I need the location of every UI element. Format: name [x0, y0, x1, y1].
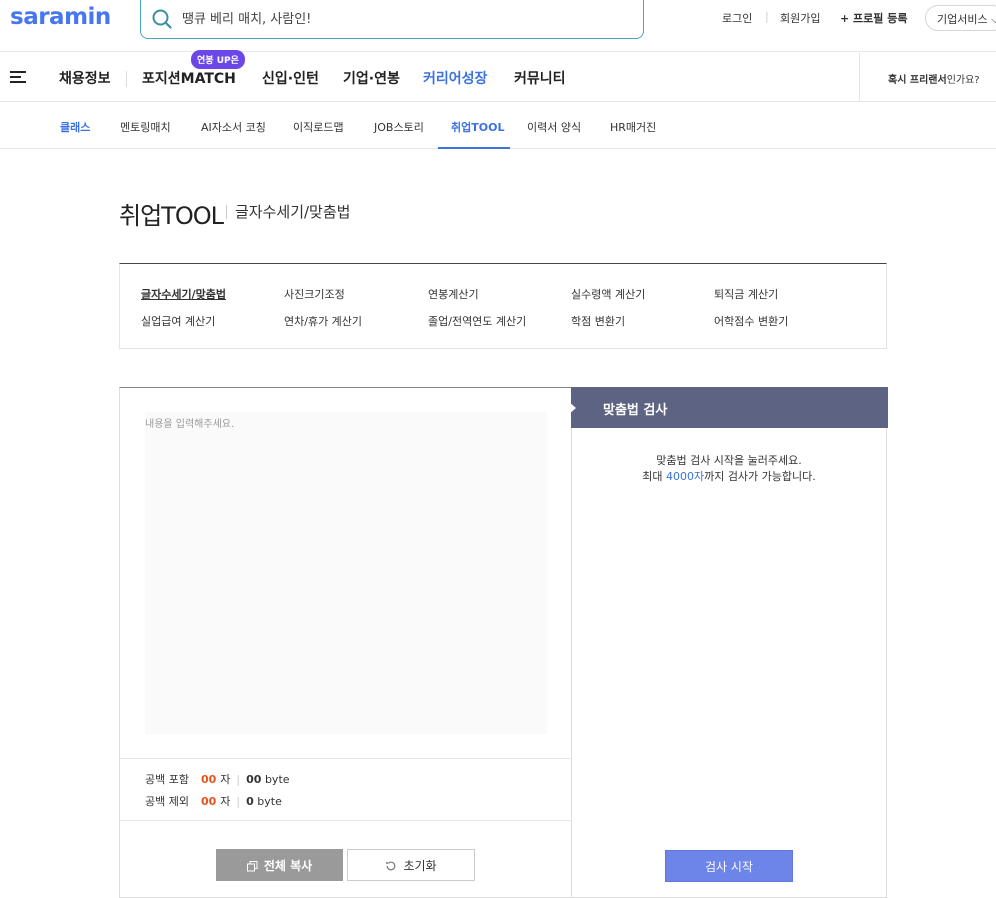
nav-item-career-growth[interactable]: 커리어성장	[423, 68, 487, 88]
tool-link-graduation-year-calc[interactable]: 졸업/전역연도 계산기	[428, 313, 526, 329]
nav-divider	[126, 71, 127, 87]
start-check-button[interactable]: 검사 시작	[665, 850, 793, 882]
spell-check-instruction: 맞춤법 검사 시작을 눌러주세요.	[656, 454, 802, 467]
spell-check-title: 맞춤법 검사	[603, 403, 668, 418]
subnav-item-hr-magazine[interactable]: HR매거진	[610, 119, 656, 135]
reset-label: 초기화	[403, 858, 437, 873]
nav-item-position-match[interactable]: 포지션MATCH	[142, 68, 236, 88]
tool-link-language-score-converter[interactable]: 어학점수 변환기	[714, 313, 788, 329]
menu-icon[interactable]	[10, 71, 26, 83]
spell-check-panel: 맞춤법 검사 맞춤법 검사 시작을 눌러주세요. 최대 4000자까지 검사가 …	[569, 387, 888, 898]
link-divider: |	[765, 10, 769, 23]
tool-link-char-count[interactable]: 글자수세기/맞춤법	[141, 286, 226, 302]
freelancer-bold-text: 혹시 프리랜서	[888, 75, 947, 86]
spell-check-header: 맞춤법 검사	[569, 387, 888, 428]
nav-item-newcomer-intern[interactable]: 신입·인턴	[262, 68, 319, 88]
search-icon[interactable]	[151, 8, 173, 30]
limit-value: 4000자	[665, 470, 705, 483]
tool-link-net-pay-calc[interactable]: 실수령액 계산기	[571, 286, 645, 302]
char-unit: 자	[220, 773, 231, 786]
limit-prefix: 최대	[642, 470, 666, 483]
tool-link-gpa-converter[interactable]: 학점 변환기	[571, 313, 625, 329]
char-unit: 자	[220, 795, 231, 808]
count-with-spaces: 공백 포함 00 자 | 00 byte	[145, 771, 290, 787]
profile-register-link[interactable]: + 프로필 등록	[840, 10, 907, 26]
subnav-item-resume-forms[interactable]: 이력서 양식	[527, 119, 581, 135]
copy-all-label: 전체 복사	[263, 858, 313, 873]
top-bar: saramin 로그인 | 회원가입 + 프로필 등록 기업서비스 ⌵	[0, 0, 996, 52]
byte-unit: byte	[264, 773, 290, 786]
text-input-area[interactable]	[145, 412, 547, 734]
subnav-item-ai-coaching[interactable]: AI자소서 코칭	[201, 119, 266, 135]
byte-unit: byte	[257, 795, 282, 808]
main-nav: 채용정보 포지션MATCH 연봉 UP은 신입·인턴 기업·연봉 커리어성장 커…	[0, 50, 996, 102]
salary-up-badge: 연봉 UP은	[191, 50, 245, 69]
business-service-button[interactable]: 기업서비스 ⌵	[925, 5, 996, 31]
tool-menu: 글자수세기/맞춤법 사진크기조정 연봉계산기 실수령액 계산기 퇴직금 계산기 …	[119, 263, 887, 349]
tool-link-unemployment-calc[interactable]: 실업급여 계산기	[141, 313, 215, 329]
without-space-byte-count: 0	[246, 795, 254, 808]
tool-link-photo-resize[interactable]: 사진크기조정	[284, 286, 345, 302]
search-input[interactable]	[182, 8, 622, 30]
limit-suffix: 까지 검사가 가능합니다.	[704, 470, 816, 483]
active-tab-indicator	[438, 147, 510, 149]
with-space-byte-count: 00	[246, 773, 262, 786]
spell-check-message: 맞춤법 검사 시작을 눌러주세요. 최대 4000자까지 검사가 가능합니다.	[572, 453, 886, 485]
tool-link-salary-calc[interactable]: 연봉계산기	[428, 286, 479, 302]
nav-item-community[interactable]: 커뮤니티	[514, 68, 566, 88]
reset-button[interactable]: 초기화	[347, 849, 475, 881]
with-space-char-count: 00	[200, 773, 217, 786]
copy-all-button[interactable]: 전체 복사	[216, 849, 343, 881]
sub-nav: 클래스 멘토링매치 AI자소서 코칭 이직로드맵 JOB스토리 취업TOOL 이…	[0, 103, 996, 149]
count-divider: |	[236, 773, 241, 786]
subnav-item-roadmap[interactable]: 이직로드맵	[293, 119, 344, 135]
search-box[interactable]	[140, 0, 644, 39]
without-space-char-count: 00	[200, 795, 217, 808]
page-title: 취업TOOL	[119, 202, 224, 230]
subnav-item-mentoring[interactable]: 멘토링매치	[120, 119, 171, 135]
freelancer-text: 인가요?	[946, 75, 980, 86]
spell-check-limit-text: 최대 4000자까지 검사가 가능합니다.	[572, 469, 886, 485]
signup-link[interactable]: 회원가입	[780, 10, 820, 26]
subnav-item-jobstory[interactable]: JOB스토리	[374, 119, 424, 135]
arrow-icon	[569, 402, 576, 414]
copy-icon	[246, 860, 258, 871]
tool-link-severance-calc[interactable]: 퇴직금 계산기	[714, 286, 778, 302]
count-divider: |	[236, 795, 241, 808]
count-without-spaces: 공백 제외 00 자 | 0 byte	[145, 793, 282, 809]
login-link[interactable]: 로그인	[722, 10, 752, 26]
subnav-item-job-tool[interactable]: 취업TOOL	[451, 119, 504, 135]
nav-item-company-salary[interactable]: 기업·연봉	[343, 68, 400, 88]
with-space-label: 공백 포함	[145, 773, 189, 786]
text-editor-panel: 공백 포함00자|00 byte 공백 제외00자|0 byte 전체 복사 초…	[119, 387, 572, 898]
tool-link-leave-calc[interactable]: 연차/휴가 계산기	[284, 313, 362, 329]
subnav-item-class[interactable]: 클래스	[60, 119, 90, 135]
title-divider	[226, 205, 227, 219]
refresh-icon	[386, 861, 396, 871]
saramin-logo[interactable]: saramin	[10, 4, 111, 30]
nav-item-jobs[interactable]: 채용정보	[59, 68, 111, 88]
without-space-label: 공백 제외	[145, 795, 189, 808]
character-count-area: 공백 포함 00 자 | 00 byte 공백 제외 00 자 | 0 byte	[120, 758, 571, 821]
page-subtitle: 글자수세기/맞춤법	[235, 203, 351, 221]
freelancer-link[interactable]: 혹시 프리랜서인가요?	[859, 53, 996, 102]
